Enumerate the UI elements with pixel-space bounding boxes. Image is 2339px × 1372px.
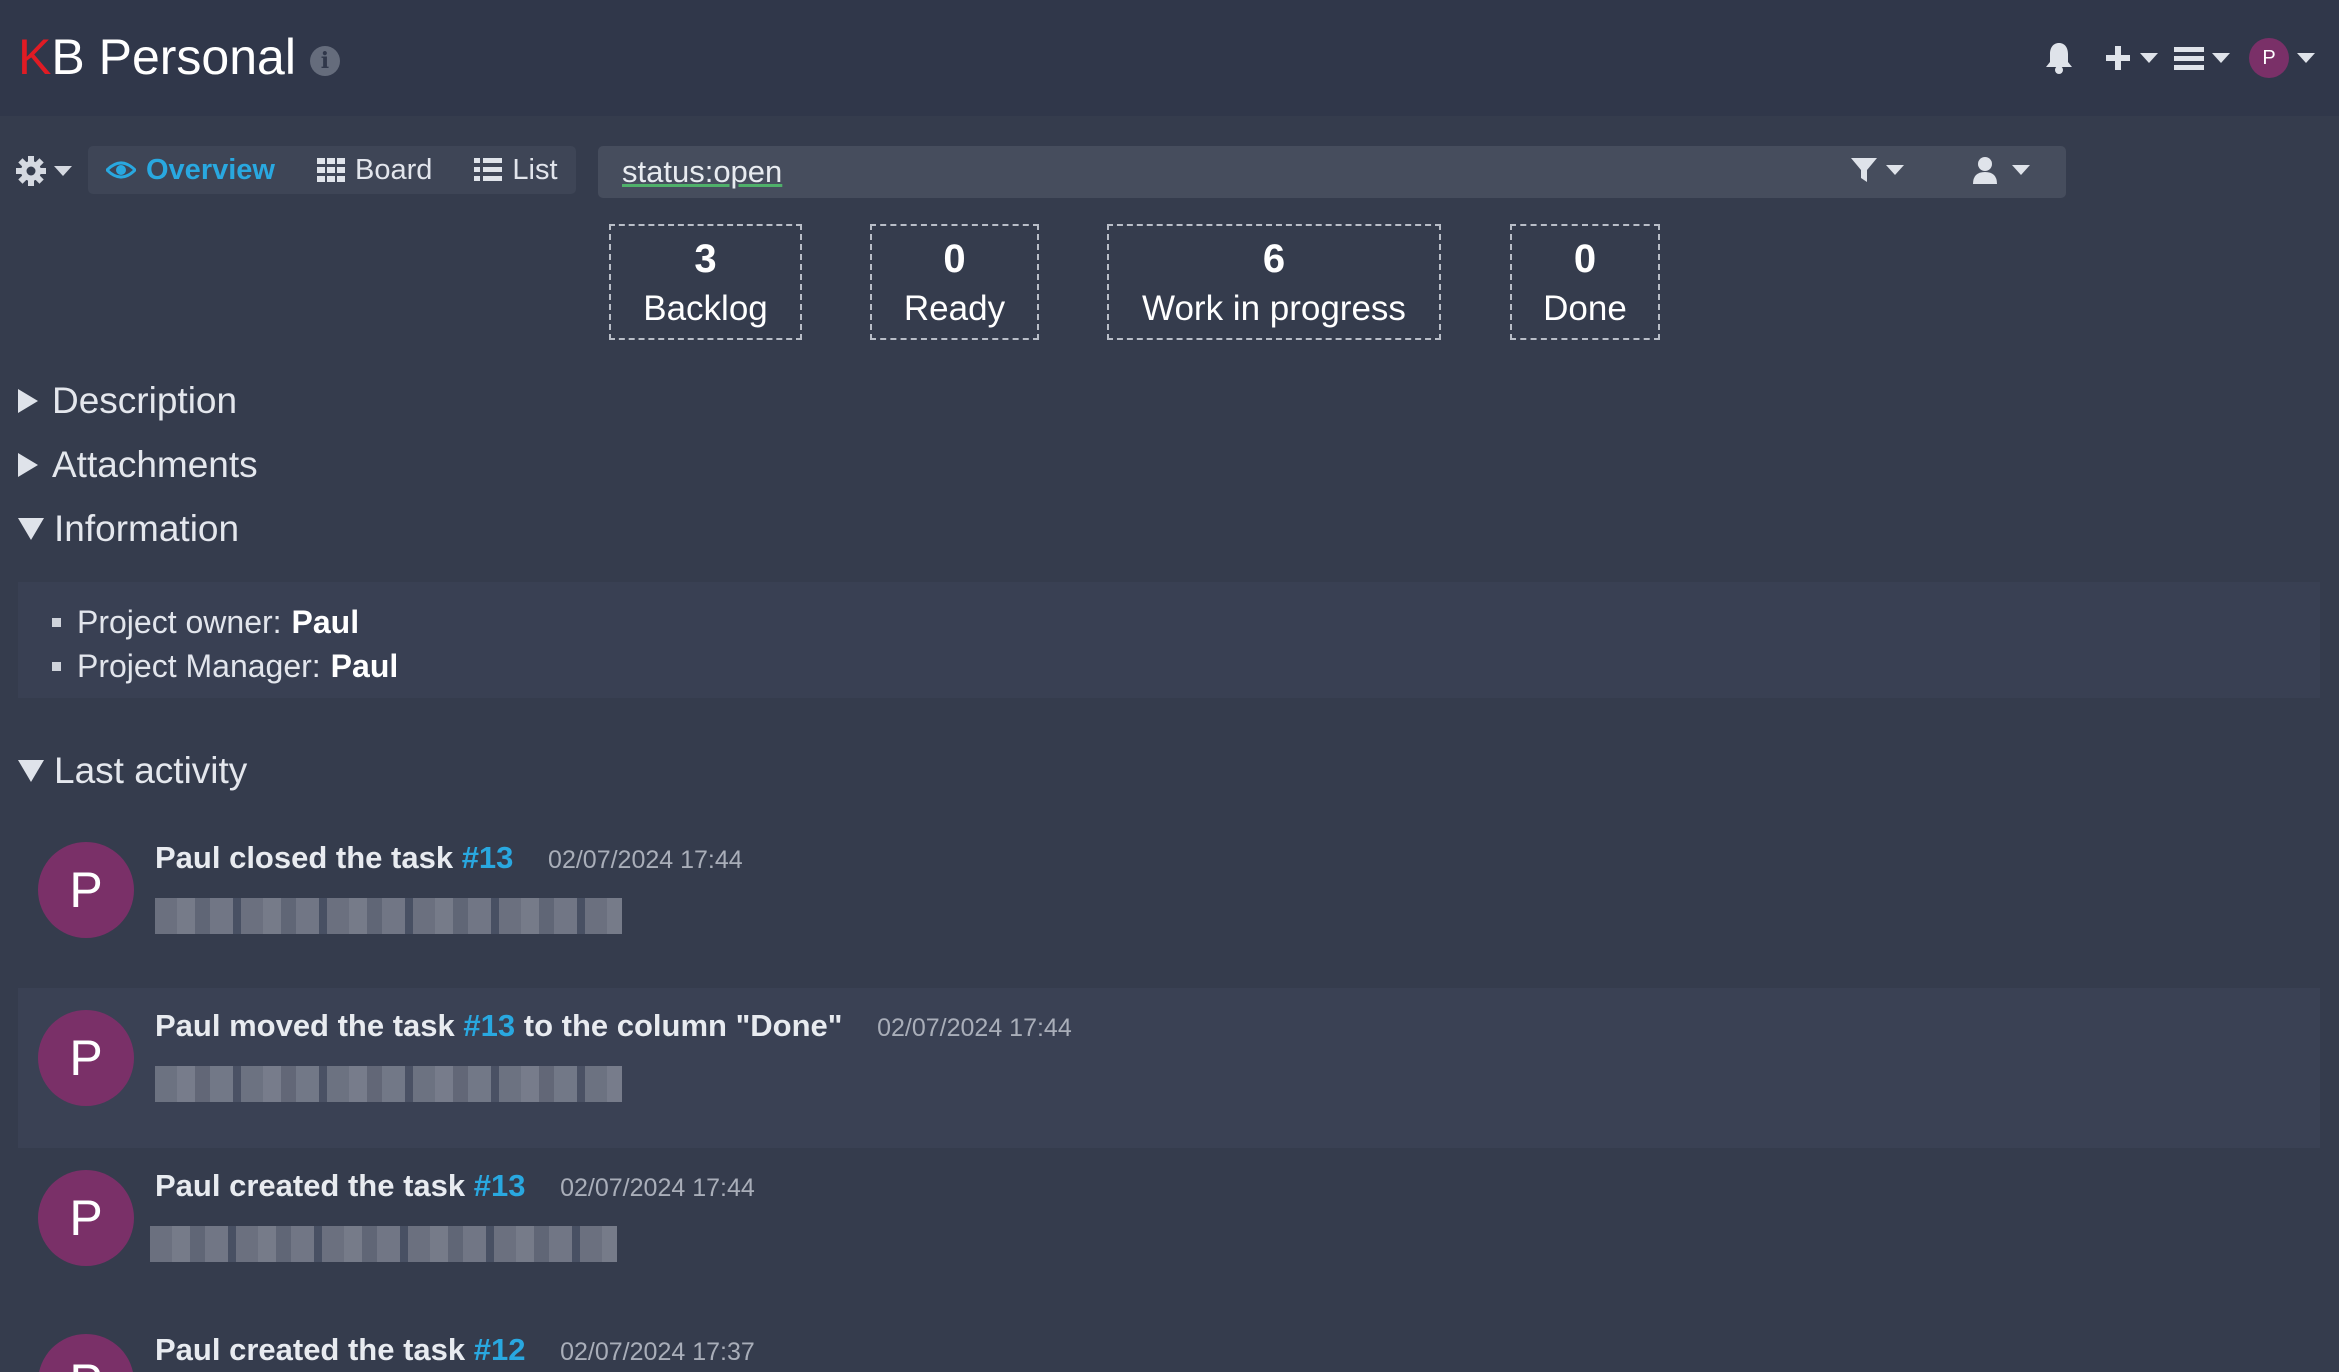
logo-k: K — [18, 29, 52, 85]
notifications-button[interactable] — [2044, 38, 2074, 78]
redacted-task-title — [155, 898, 622, 934]
activity-date: 02/07/2024 17:44 — [877, 1014, 1072, 1042]
top-header: KB Personal i P — [0, 0, 2339, 116]
project-name: Personal — [98, 29, 296, 85]
filter-presets-button[interactable] — [1850, 156, 1904, 184]
user-menu-button[interactable]: P — [2249, 38, 2315, 78]
chevron-down-icon — [2297, 53, 2315, 63]
activity-text: Paul moved the task — [155, 1008, 455, 1043]
avatar: P — [38, 842, 134, 938]
plus-icon — [2106, 46, 2130, 70]
info-icon[interactable]: i — [309, 45, 340, 76]
caret-down-icon — [18, 518, 44, 540]
project-owner-label: Project owner: — [77, 604, 282, 640]
activity-text: Paul created the task — [155, 1168, 466, 1203]
counter-value: 3 — [694, 237, 717, 281]
redacted-task-title — [155, 1066, 622, 1102]
logo-b: B — [51, 29, 85, 85]
project-settings-menu[interactable] — [16, 150, 72, 192]
attachments-heading: Attachments — [52, 444, 258, 485]
grid-icon — [316, 158, 345, 182]
filter-input[interactable]: status:open — [622, 154, 782, 190]
activity-date: 02/07/2024 17:44 — [548, 846, 743, 874]
funnel-icon — [1851, 158, 1877, 182]
activity-item: P Paul created the task #12 02/07/2024 1… — [18, 1312, 2320, 1372]
tab-board[interactable]: Board — [316, 153, 433, 187]
activity-text: Paul closed the task — [155, 840, 454, 875]
activity-title: Paul moved the task #13 to the column "D… — [155, 1008, 1072, 1044]
task-link[interactable]: #12 — [474, 1332, 526, 1367]
activity-title: Paul created the task #12 02/07/2024 17:… — [155, 1332, 755, 1368]
column-counter-done: 0 Done — [1510, 224, 1660, 340]
caret-right-icon — [18, 453, 38, 477]
tab-overview-label: Overview — [146, 153, 275, 186]
column-counter-wip: 6 Work in progress — [1107, 224, 1441, 340]
redacted-task-title — [150, 1226, 617, 1262]
activity-title: Paul created the task #13 02/07/2024 17:… — [155, 1168, 755, 1204]
tab-list[interactable]: List — [474, 153, 558, 187]
activity-item: P Paul closed the task #13 02/07/2024 17… — [18, 820, 2320, 980]
column-counter-backlog: 3 Backlog — [609, 224, 802, 340]
caret-down-icon — [18, 760, 44, 782]
chevron-down-icon — [54, 166, 72, 176]
activity-title: Paul closed the task #13 02/07/2024 17:4… — [155, 840, 743, 876]
last-activity-heading: Last activity — [54, 750, 248, 791]
counter-label: Ready — [903, 289, 1006, 328]
last-activity-toggle[interactable]: Last activity — [18, 750, 247, 792]
counter-value: 0 — [943, 237, 966, 281]
task-link[interactable]: #13 — [463, 1008, 515, 1043]
avatar: P — [38, 1334, 134, 1372]
tab-board-label: Board — [354, 153, 433, 186]
activity-date: 02/07/2024 17:37 — [560, 1338, 755, 1366]
attachments-toggle[interactable]: Attachments — [18, 444, 258, 486]
counter-label: Work in progress — [1142, 289, 1406, 328]
user-icon — [1973, 157, 1997, 184]
chevron-down-icon — [2140, 53, 2158, 63]
counter-value: 6 — [1262, 237, 1286, 281]
gear-icon — [16, 156, 46, 186]
project-manager-value: Paul — [330, 648, 399, 684]
eye-icon — [106, 161, 136, 179]
filter-bar: status:open — [598, 146, 2066, 198]
column-counter-ready: 0 Ready — [870, 224, 1039, 340]
create-menu-button[interactable] — [2104, 38, 2158, 78]
chevron-down-icon — [2012, 165, 2030, 175]
list-icon — [474, 158, 503, 181]
description-toggle[interactable]: Description — [18, 380, 237, 422]
view-switcher: Overview Board List — [88, 146, 576, 194]
task-link[interactable]: #13 — [474, 1168, 526, 1203]
bullet-icon — [52, 617, 61, 627]
project-title: KB Personal i — [18, 26, 340, 88]
activity-item: P Paul created the task #13 02/07/2024 1… — [18, 1148, 2320, 1308]
information-heading: Information — [54, 508, 240, 549]
information-toggle[interactable]: Information — [18, 508, 239, 550]
avatar: P — [38, 1170, 134, 1266]
bell-icon — [2046, 43, 2072, 74]
tab-overview[interactable]: Overview — [106, 154, 275, 187]
counter-label: Done — [1543, 289, 1627, 328]
caret-right-icon — [18, 389, 38, 413]
avatar: P — [2249, 38, 2289, 78]
task-link[interactable]: #13 — [462, 840, 514, 875]
project-owner-value: Paul — [291, 604, 360, 640]
project-manager-item: Project Manager: Paul — [52, 644, 398, 688]
information-panel: Project owner: Paul Project Manager: Pau… — [18, 582, 2320, 698]
project-owner-item: Project owner: Paul — [52, 600, 398, 644]
hamburger-icon — [2174, 47, 2204, 70]
bullet-icon — [52, 661, 61, 671]
activity-date: 02/07/2024 17:44 — [560, 1174, 755, 1202]
avatar: P — [38, 1010, 134, 1106]
counter-label: Backlog — [643, 289, 768, 328]
activity-item: P Paul moved the task #13 to the column … — [18, 988, 2320, 1148]
activity-text-after: to the column "Done" — [523, 1008, 843, 1043]
main-menu-button[interactable] — [2174, 38, 2230, 78]
counter-value: 0 — [1573, 237, 1597, 281]
project-manager-label: Project Manager: — [77, 648, 321, 684]
user-filter-button[interactable] — [1972, 156, 2030, 184]
description-heading: Description — [52, 380, 238, 421]
chevron-down-icon — [1886, 165, 1904, 175]
activity-text: Paul created the task — [155, 1332, 466, 1367]
tab-list-label: List — [512, 153, 558, 186]
chevron-down-icon — [2212, 53, 2230, 63]
